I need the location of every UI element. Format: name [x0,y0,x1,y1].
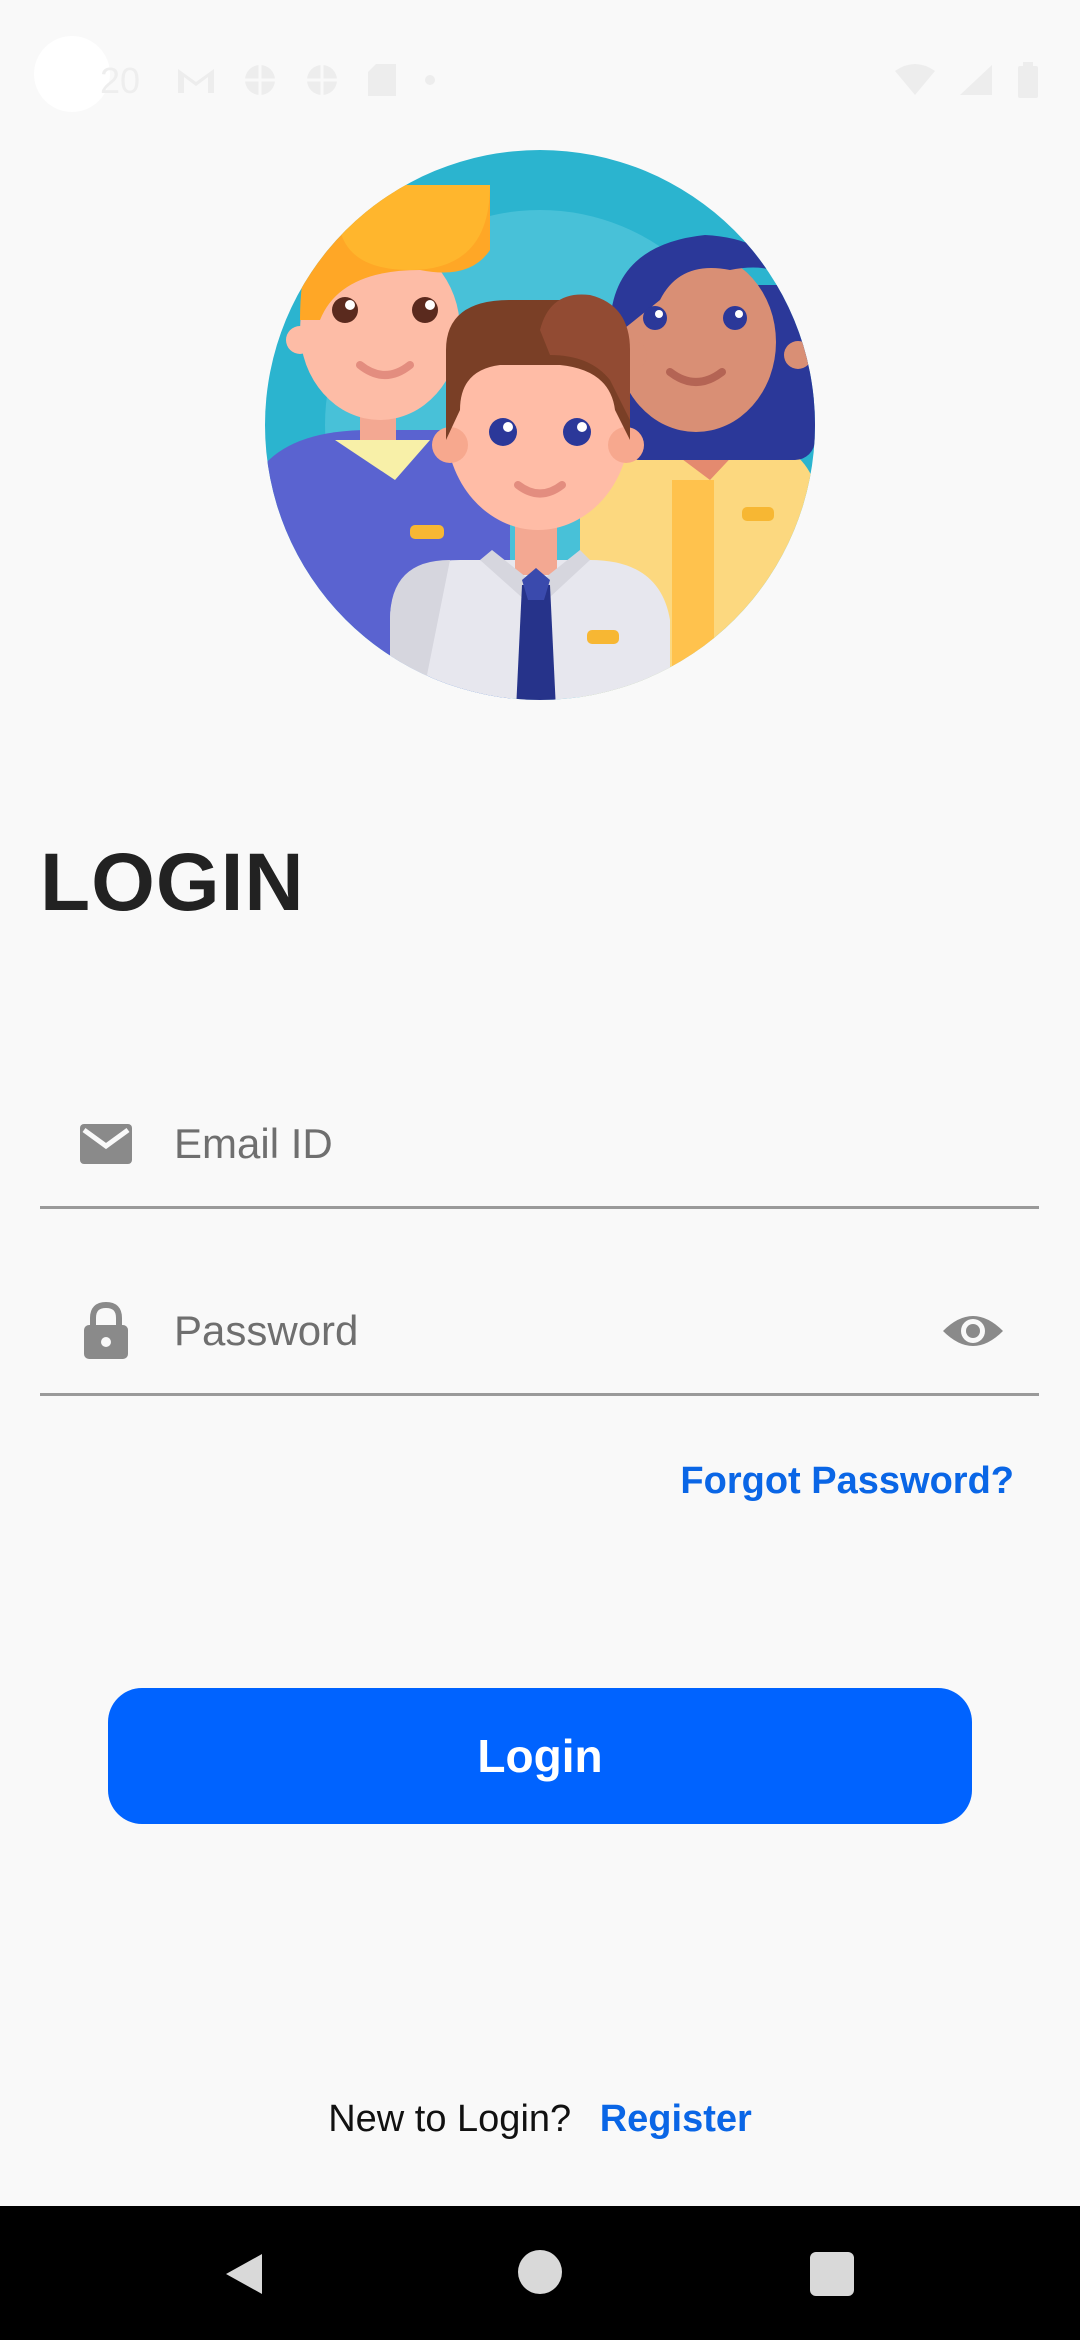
wifi-icon [895,64,935,95]
gmail-icon [178,69,214,93]
register-link[interactable]: Register [600,2098,752,2140]
login-screen: 20 LOGIN Email ID Forgot Password? Login… [0,0,1080,2340]
home-icon[interactable] [518,2250,562,2294]
globe-icon [307,65,337,95]
status-time: 20 [100,60,141,101]
back-icon[interactable] [220,2250,268,2298]
password-field[interactable] [40,1281,1039,1396]
globe-icon [245,65,275,95]
navigation-bar [0,2206,1080,2340]
status-icons-right [894,62,1040,98]
forgot-password-link[interactable]: Forgot Password? [680,1460,1014,1503]
register-prompt: New to Login? [328,2098,572,2140]
team-illustration [265,150,815,700]
recents-icon[interactable] [810,2252,854,2296]
password-input[interactable] [174,1291,934,1371]
battery-icon [1018,62,1038,98]
email-field[interactable] [40,1094,1039,1209]
dot-icon [425,75,435,85]
camera-cutout [34,36,110,112]
login-button[interactable]: Login [108,1688,972,1824]
status-bar: 20 [0,0,1080,160]
signal-icon [960,65,992,95]
email-icon [80,1124,132,1164]
email-input[interactable] [174,1104,934,1184]
page-title: LOGIN [40,837,305,928]
status-icons-left [176,62,436,98]
lock-icon [84,1301,128,1359]
eye-icon[interactable] [941,1307,1005,1355]
register-row: New to Login? Register [0,2098,1080,2141]
sd-card-icon [368,64,396,96]
